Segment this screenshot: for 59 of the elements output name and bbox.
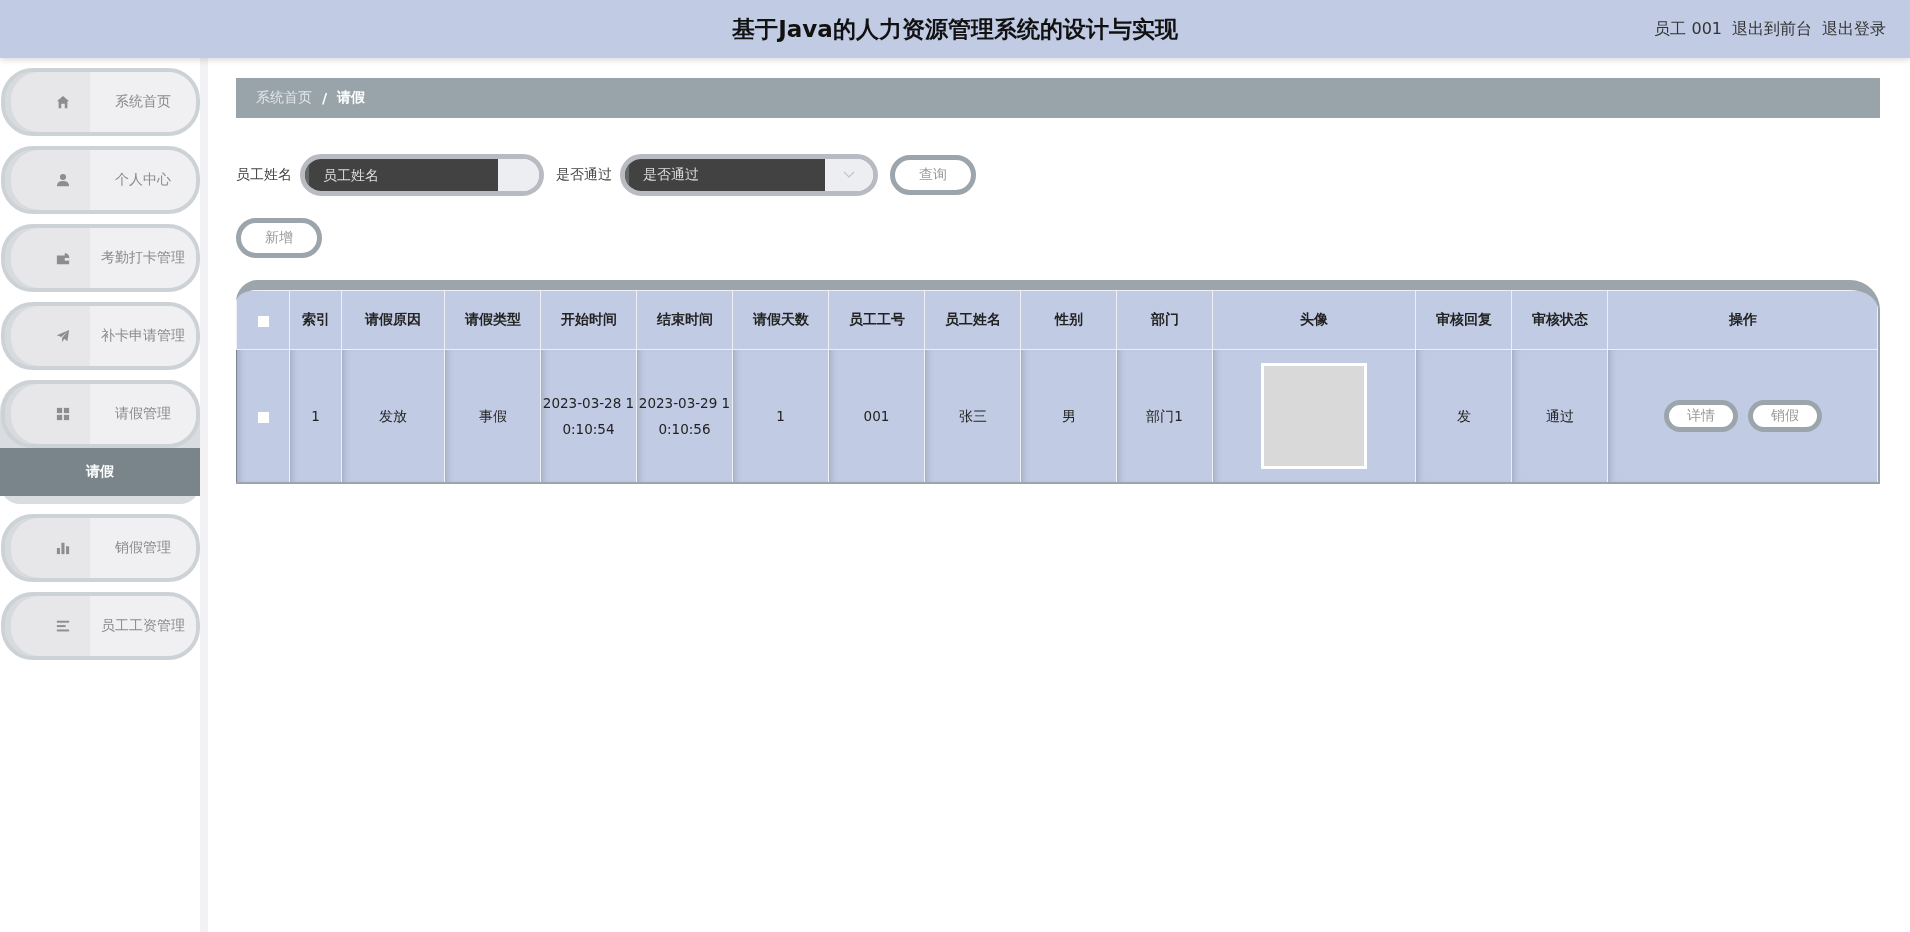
home-icon xyxy=(56,95,70,109)
breadcrumb-separator: / xyxy=(322,90,328,106)
column-header: 性别 xyxy=(1054,311,1083,327)
menu-item[interactable]: 考勤打卡管理 xyxy=(1,224,200,292)
table-cell-text: 事假 xyxy=(478,407,507,426)
checkbox[interactable] xyxy=(256,410,270,424)
select-field[interactable]: 是否通过 xyxy=(620,154,878,196)
bar-chart-icon xyxy=(56,541,70,555)
add-button[interactable]: 新增 xyxy=(236,218,322,258)
column-header: 开始时间 xyxy=(560,311,617,327)
menu-item[interactable]: 请假管理 xyxy=(1,380,200,448)
action-button[interactable]: 销假 xyxy=(1747,400,1822,432)
table-cell-text: 通过 xyxy=(1545,407,1574,426)
menu-item[interactable]: 销假管理 xyxy=(1,514,200,582)
breadcrumb-item: 请假 xyxy=(337,89,366,107)
search-button[interactable]: 查询 xyxy=(890,155,976,195)
breadcrumb-item[interactable]: 系统首页 xyxy=(256,89,312,107)
menu-item[interactable]: 员工工资管理 xyxy=(1,592,200,660)
table-cell-text: 1 xyxy=(311,407,320,426)
user-name: 员工 001 xyxy=(1654,18,1722,40)
column-header: 操作 xyxy=(1728,311,1757,327)
table-cell-text: 001 xyxy=(863,407,890,426)
submenu-item[interactable]: 请假 xyxy=(0,448,200,496)
column-header: 请假原因 xyxy=(365,311,421,327)
menu-item[interactable]: 系统首页 xyxy=(1,68,200,136)
table-cell-text: 2023-03-29 10:10:56 xyxy=(638,394,731,439)
column-header: 请假类型 xyxy=(464,311,521,327)
column-header: 索引 xyxy=(301,311,330,327)
column-header: 员工工号 xyxy=(848,311,905,327)
column-header: 员工姓名 xyxy=(944,311,1001,327)
column-header: 头像 xyxy=(1300,311,1328,327)
person-icon xyxy=(56,173,70,187)
paper-plane-icon xyxy=(56,329,70,343)
wallet-icon xyxy=(56,251,70,265)
table-cell-text: 2023-03-28 10:10:54 xyxy=(542,394,635,439)
checkbox[interactable] xyxy=(256,314,270,328)
table-cell-text: 发 xyxy=(1456,407,1471,426)
table-cell-text: 部门1 xyxy=(1146,407,1183,426)
chevron-down-icon xyxy=(843,171,855,179)
column-header: 请假天数 xyxy=(752,311,809,327)
grid-icon xyxy=(56,407,70,421)
page-title: 基于Java的人力资源管理系统的设计与实现 xyxy=(732,14,1178,44)
list-icon xyxy=(56,619,70,633)
column-header: 结束时间 xyxy=(656,311,713,327)
table-cell-text: 发放 xyxy=(379,407,407,426)
column-header: 审核回复 xyxy=(1435,311,1492,327)
column-header: 审核状态 xyxy=(1531,311,1588,327)
table-cell-text: 男 xyxy=(1061,407,1076,426)
search-field[interactable]: 员工姓名 xyxy=(300,154,544,196)
header-link[interactable]: 退出登录 xyxy=(1822,18,1886,40)
menu-item[interactable]: 个人中心 xyxy=(1,146,200,214)
action-button[interactable]: 详情 xyxy=(1663,400,1738,432)
field-label: 是否通过 xyxy=(556,166,612,184)
field-label: 员工姓名 xyxy=(236,166,292,184)
table-cell-text: 1 xyxy=(776,407,785,426)
header-link[interactable]: 退出到前台 xyxy=(1732,18,1812,40)
menu-item[interactable]: 补卡申请管理 xyxy=(1,302,200,370)
table-cell-text: 张三 xyxy=(958,407,987,426)
column-header: 部门 xyxy=(1150,311,1179,327)
